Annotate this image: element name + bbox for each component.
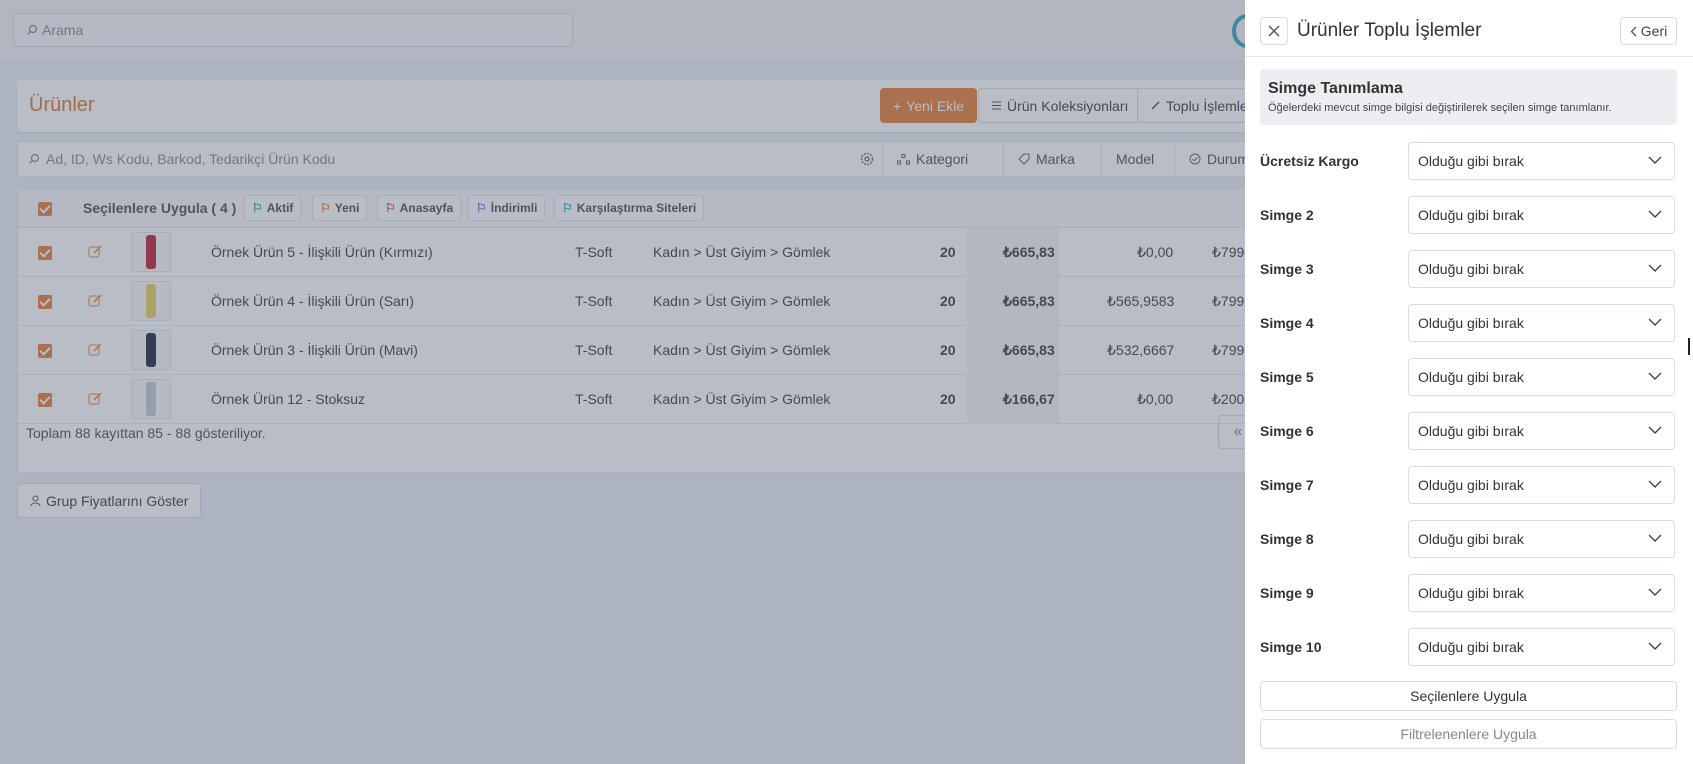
chevron-down-icon bbox=[1648, 318, 1662, 326]
chevron-down-icon bbox=[1648, 588, 1662, 596]
apply-selected-button[interactable]: Seçilenlere Uygula bbox=[1260, 681, 1677, 711]
field-select[interactable]: Olduğu gibi bırak bbox=[1408, 628, 1675, 666]
close-icon bbox=[1268, 25, 1280, 37]
panel-header: Ürünler Toplu İşlemler Geri bbox=[1245, 0, 1693, 57]
field-label: Simge 3 bbox=[1260, 261, 1314, 277]
chevron-down-icon bbox=[1648, 372, 1662, 380]
field-icon-8: Simge 8 Olduğu gibi bırak bbox=[1260, 520, 1677, 558]
field-icon-6: Simge 6 Olduğu gibi bırak bbox=[1260, 412, 1677, 450]
field-label: Simge 10 bbox=[1260, 639, 1322, 655]
field-icon-4: Simge 4 Olduğu gibi bırak bbox=[1260, 304, 1677, 342]
field-icon-10: Simge 10 Olduğu gibi bırak bbox=[1260, 628, 1677, 666]
field-free-shipping: Ücretsiz Kargo Olduğu gibi bırak bbox=[1260, 142, 1677, 180]
field-icon-9: Simge 9 Olduğu gibi bırak bbox=[1260, 574, 1677, 612]
select-value: Olduğu gibi bırak bbox=[1418, 369, 1524, 385]
select-value: Olduğu gibi bırak bbox=[1418, 315, 1524, 331]
chevron-down-icon bbox=[1648, 426, 1662, 434]
text-cursor bbox=[1688, 338, 1690, 355]
apply-filtered-button[interactable]: Filtrelenenlere Uygula bbox=[1260, 719, 1677, 749]
field-select[interactable]: Olduğu gibi bırak bbox=[1408, 466, 1675, 504]
chevron-down-icon bbox=[1648, 480, 1662, 488]
select-value: Olduğu gibi bırak bbox=[1418, 477, 1524, 493]
field-select[interactable]: Olduğu gibi bırak bbox=[1408, 358, 1675, 396]
select-value: Olduğu gibi bırak bbox=[1418, 153, 1524, 169]
chevron-down-icon bbox=[1648, 210, 1662, 218]
field-icon-7: Simge 7 Olduğu gibi bırak bbox=[1260, 466, 1677, 504]
section-description: Öğelerdeki mevcut simge bilgisi değiştir… bbox=[1268, 102, 1612, 114]
field-select[interactable]: Olduğu gibi bırak bbox=[1408, 304, 1675, 342]
panel-title: Ürünler Toplu İşlemler bbox=[1297, 20, 1482, 41]
field-select[interactable]: Olduğu gibi bırak bbox=[1408, 196, 1675, 234]
chevron-down-icon bbox=[1648, 156, 1662, 164]
close-button[interactable] bbox=[1260, 17, 1288, 45]
field-label: Simge 8 bbox=[1260, 531, 1314, 547]
chevron-down-icon bbox=[1648, 642, 1662, 650]
field-select[interactable]: Olduğu gibi bırak bbox=[1408, 574, 1675, 612]
select-value: Olduğu gibi bırak bbox=[1418, 531, 1524, 547]
field-label: Simge 2 bbox=[1260, 207, 1314, 223]
select-value: Olduğu gibi bırak bbox=[1418, 207, 1524, 223]
field-icon-5: Simge 5 Olduğu gibi bırak bbox=[1260, 358, 1677, 396]
back-label: Geri bbox=[1640, 23, 1668, 39]
field-select[interactable]: Olduğu gibi bırak bbox=[1408, 250, 1675, 288]
chevron-left-icon bbox=[1630, 26, 1637, 36]
bulk-actions-panel: Ürünler Toplu İşlemler Geri Simge Tanıml… bbox=[1245, 0, 1693, 764]
field-select[interactable]: Olduğu gibi bırak bbox=[1408, 412, 1675, 450]
section-title: Simge Tanımlama bbox=[1268, 80, 1403, 97]
section-info: Simge Tanımlama Öğelerdeki mevcut simge … bbox=[1260, 69, 1677, 125]
field-icon-2: Simge 2 Olduğu gibi bırak bbox=[1260, 196, 1677, 234]
select-value: Olduğu gibi bırak bbox=[1418, 585, 1524, 601]
field-label: Simge 7 bbox=[1260, 477, 1314, 493]
select-value: Olduğu gibi bırak bbox=[1418, 639, 1524, 655]
select-value: Olduğu gibi bırak bbox=[1418, 423, 1524, 439]
field-label: Simge 5 bbox=[1260, 369, 1314, 385]
field-label: Simge 4 bbox=[1260, 315, 1314, 331]
field-label: Ücretsiz Kargo bbox=[1260, 153, 1359, 169]
field-icon-3: Simge 3 Olduğu gibi bırak bbox=[1260, 250, 1677, 288]
field-select[interactable]: Olduğu gibi bırak bbox=[1408, 142, 1675, 180]
select-value: Olduğu gibi bırak bbox=[1418, 261, 1524, 277]
back-button[interactable]: Geri bbox=[1620, 17, 1677, 45]
chevron-down-icon bbox=[1648, 264, 1662, 272]
field-select[interactable]: Olduğu gibi bırak bbox=[1408, 520, 1675, 558]
chevron-down-icon bbox=[1648, 534, 1662, 542]
field-label: Simge 6 bbox=[1260, 423, 1314, 439]
field-label: Simge 9 bbox=[1260, 585, 1314, 601]
